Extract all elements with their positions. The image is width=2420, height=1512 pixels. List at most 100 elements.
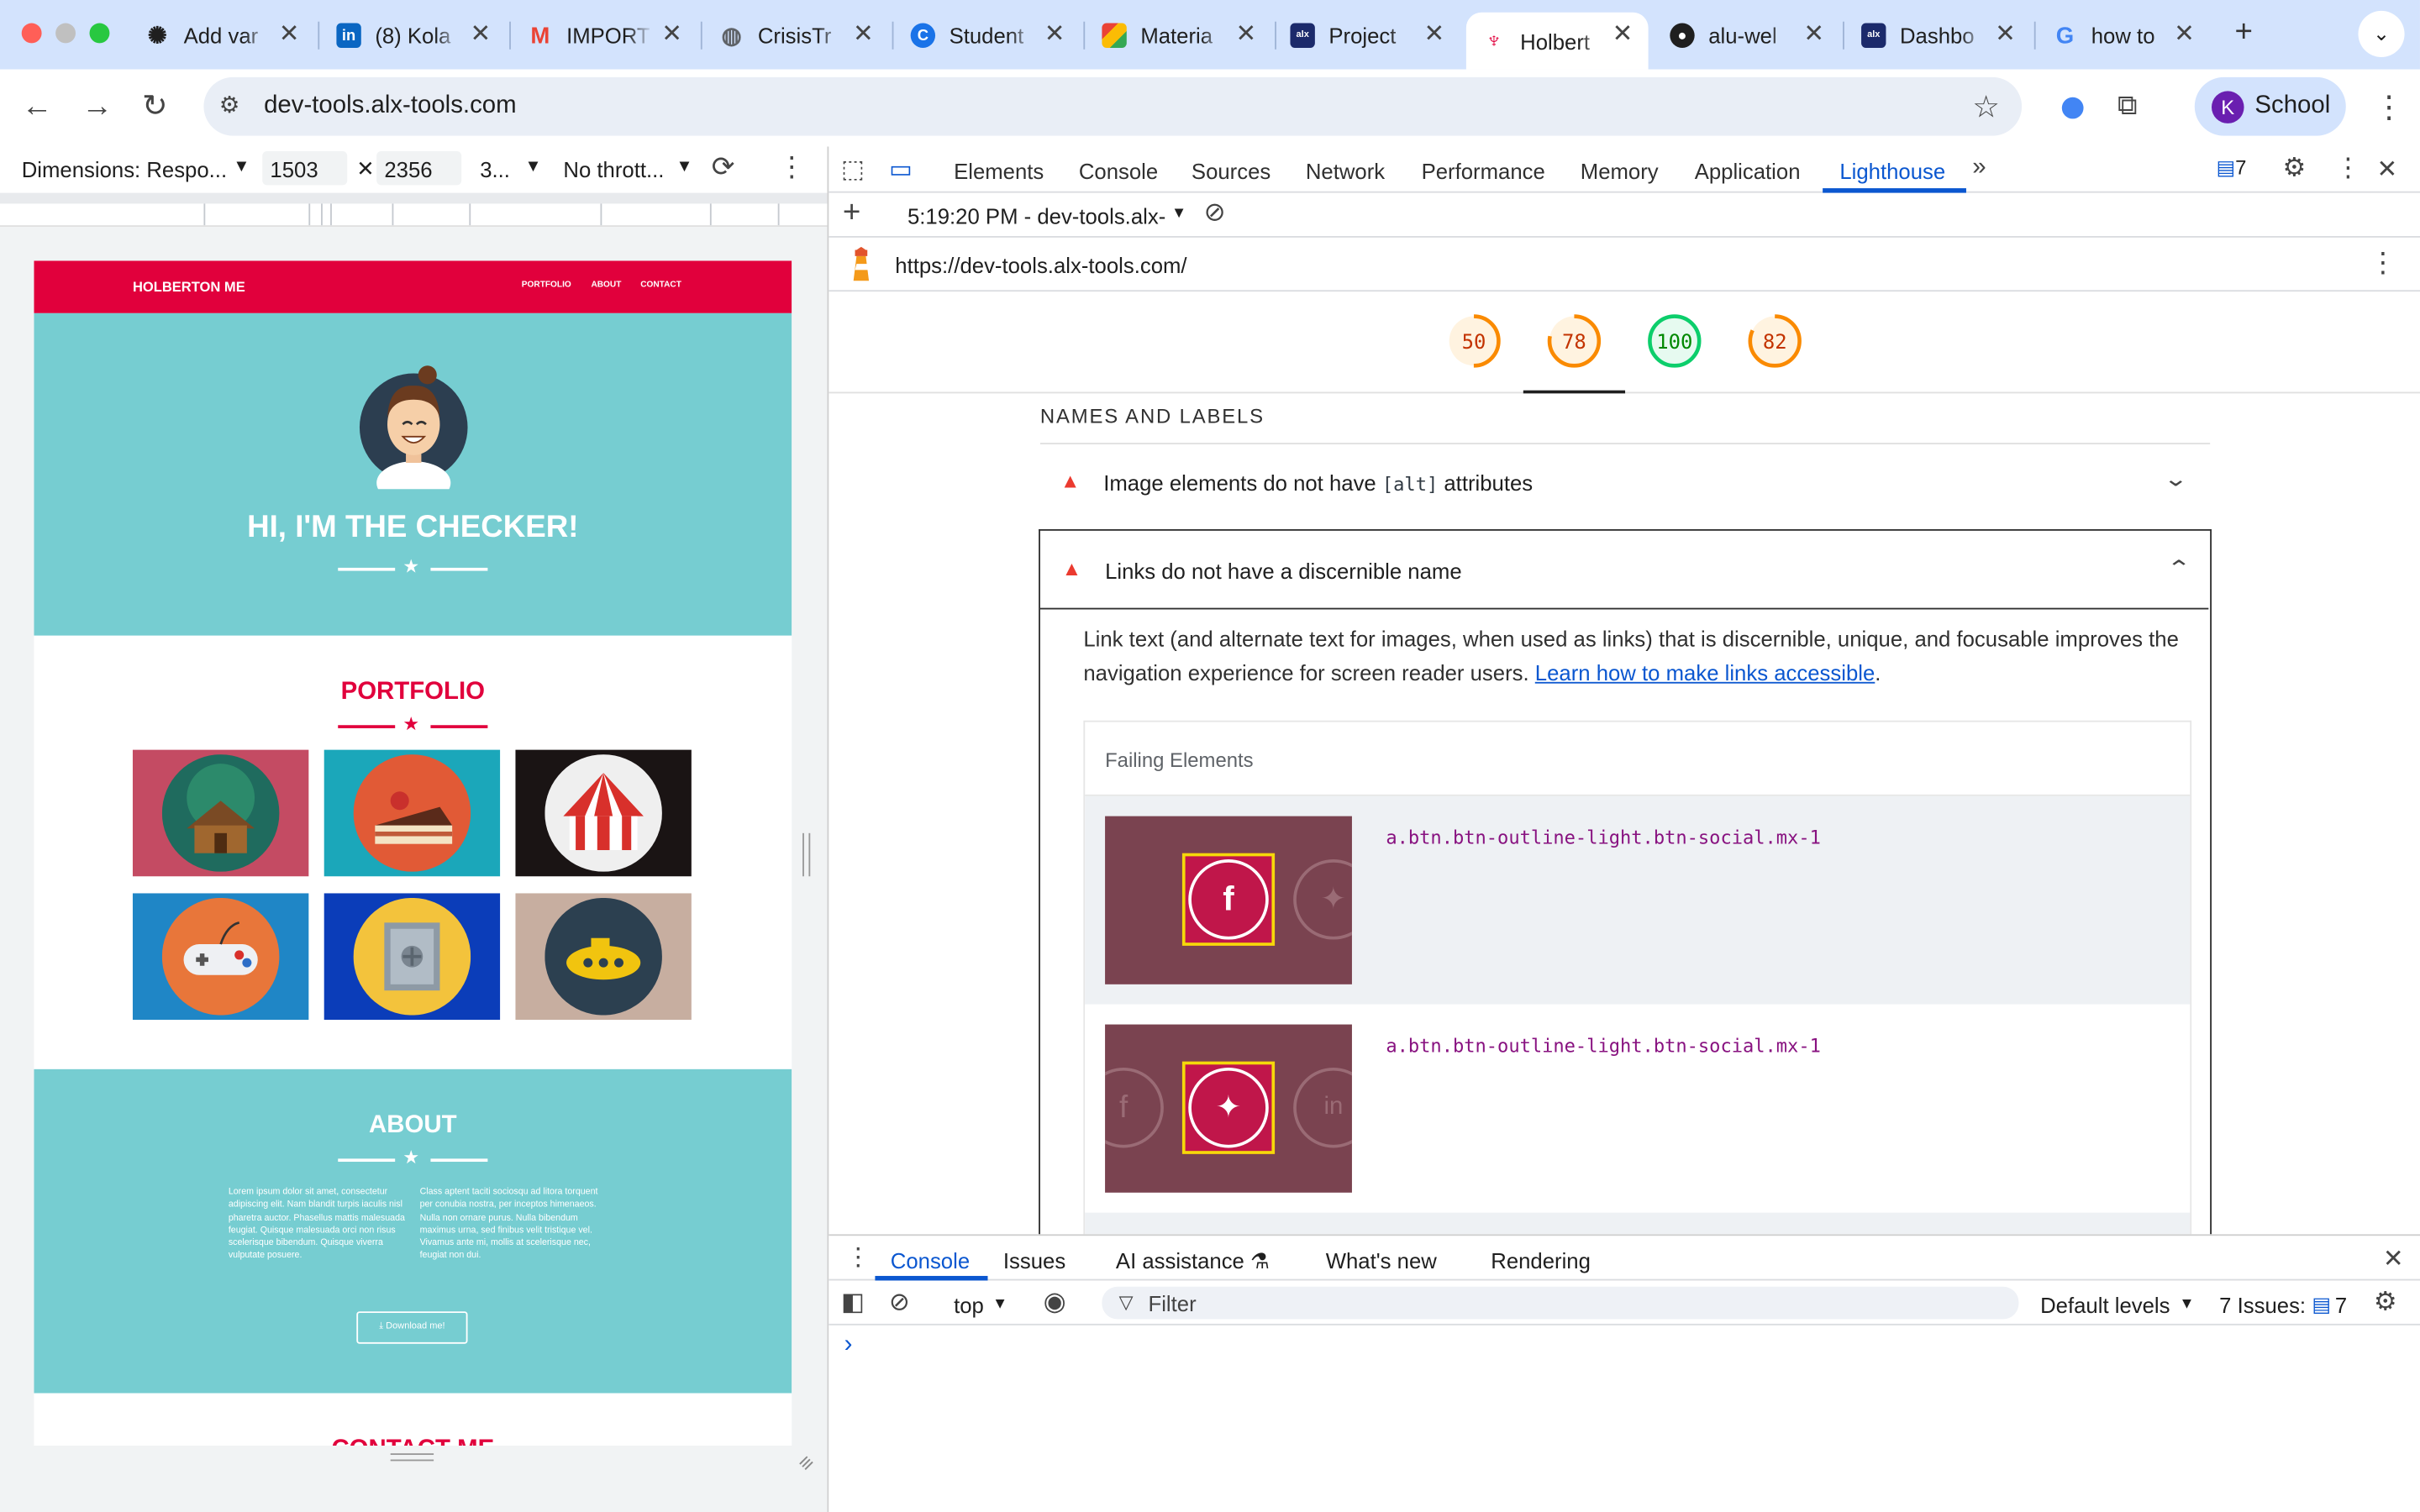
drawer-tab-rendering[interactable]: Rendering	[1491, 1248, 1591, 1273]
portfolio-item-cake[interactable]	[324, 749, 501, 877]
resize-corner-icon[interactable]: ≡	[792, 1449, 818, 1475]
log-levels-select[interactable]: Default levels	[2040, 1293, 2170, 1317]
filter-input[interactable]: ▽ Filter	[1102, 1286, 2019, 1320]
sidebar-toggle-icon[interactable]: ◧	[841, 1287, 865, 1318]
width-input[interactable]: 1503	[262, 150, 348, 186]
zoom-select[interactable]: 3...	[480, 157, 510, 181]
device-toolbar-toggle-icon[interactable]: ▭	[889, 155, 913, 186]
close-window-button[interactable]	[21, 23, 42, 44]
context-select[interactable]: top	[954, 1293, 984, 1317]
score-gauge-best-practices[interactable]: 100	[1647, 313, 1702, 369]
reload-icon[interactable]: ↻	[142, 91, 168, 122]
chevron-down-icon[interactable]: ⌄	[2163, 466, 2188, 492]
browser-tab[interactable]: Materia ✕	[1086, 13, 1271, 59]
browser-tab[interactable]: ◍ CrisisTr ✕	[704, 13, 889, 59]
resize-handle-bottom[interactable]	[34, 1445, 792, 1471]
download-button[interactable]: ⤓ Download me!	[356, 1311, 468, 1344]
site-settings-icon[interactable]: ⚙	[219, 91, 240, 118]
drawer-tab-ai-assistance[interactable]: AI assistance ⚗	[1116, 1248, 1270, 1274]
browser-tab[interactable]: in (8) Kola ✕	[321, 13, 506, 59]
close-tab-icon[interactable]: ✕	[661, 18, 682, 50]
tab-sources[interactable]: Sources	[1192, 159, 1270, 183]
clear-icon[interactable]: ⊘	[1204, 197, 1226, 228]
close-tab-icon[interactable]: ✕	[1044, 18, 1065, 50]
chevron-up-icon[interactable]: ⌃	[2166, 555, 2191, 581]
browser-tab[interactable]: alx Project ✕	[1275, 13, 1460, 59]
score-gauge-performance[interactable]: 50	[1446, 313, 1502, 369]
tab-memory[interactable]: Memory	[1581, 159, 1659, 183]
report-menu-icon[interactable]: ⋮	[2369, 247, 2396, 280]
console-prompt[interactable]: ›	[844, 1331, 853, 1359]
drawer-tab-issues[interactable]: Issues	[1003, 1248, 1065, 1273]
issues-count[interactable]: 7	[2335, 1293, 2347, 1317]
table-row[interactable]: f ✦ in a.btn.btn-outline-light.btn-socia…	[1085, 1004, 2191, 1213]
puzzle-extensions-icon[interactable]: ⧉	[2118, 90, 2138, 123]
drawer-tab-console[interactable]: Console	[891, 1248, 970, 1273]
nav-link-contact[interactable]: CONTACT	[640, 281, 681, 290]
browser-tab[interactable]: M IMPORT ✕	[513, 13, 697, 59]
tab-lighthouse[interactable]: Lighthouse	[1839, 159, 1945, 183]
close-tab-icon[interactable]: ✕	[1803, 18, 1824, 50]
browser-tab-active[interactable]: ♆ Holbert ✕	[1465, 12, 1649, 70]
tab-network[interactable]: Network	[1306, 159, 1385, 183]
bookmark-star-icon[interactable]: ☆	[1972, 88, 2000, 127]
close-tab-icon[interactable]: ✕	[1235, 18, 1256, 50]
portfolio-item-cabin[interactable]	[132, 749, 309, 877]
browser-tab[interactable]: C Student ✕	[895, 13, 1080, 59]
tab-search-icon[interactable]: ⌄	[2358, 10, 2405, 57]
table-row[interactable]	[1085, 1212, 2191, 1235]
portfolio-item-circus[interactable]	[515, 749, 692, 877]
maximize-window-button[interactable]	[89, 23, 110, 44]
drawer-menu-icon[interactable]: ⋮	[846, 1242, 871, 1273]
inspect-element-icon[interactable]: ⬚	[841, 155, 865, 186]
learn-more-link[interactable]: Learn how to make links accessible	[1535, 660, 1876, 685]
profile-button[interactable]: K School	[2194, 76, 2346, 136]
more-options-icon[interactable]: ⋮	[2335, 153, 2361, 184]
portfolio-item-submarine[interactable]	[515, 893, 692, 1021]
eye-icon[interactable]: ◉	[1044, 1287, 1066, 1318]
audit-header[interactable]: ▲ Links do not have a discernible name ⌃	[1039, 531, 2209, 610]
browser-tab[interactable]: alx Dashbo ✕	[1846, 13, 2031, 59]
table-row[interactable]: f ✦ a.btn.btn-outline-light.btn-social.m…	[1085, 795, 2191, 1005]
close-tab-icon[interactable]: ✕	[853, 18, 874, 50]
score-gauge-accessibility[interactable]: 78	[1546, 313, 1602, 369]
tab-console[interactable]: Console	[1079, 159, 1158, 183]
height-input[interactable]: 2356	[376, 150, 462, 186]
extension-icon[interactable]	[2061, 97, 2084, 119]
forward-icon[interactable]: →	[82, 91, 113, 122]
tab-performance[interactable]: Performance	[1422, 159, 1545, 183]
settings-gear-icon[interactable]: ⚙	[2282, 153, 2306, 184]
close-tab-icon[interactable]: ✕	[279, 18, 300, 50]
report-select[interactable]: 5:19:20 PM - dev-tools.alx-	[908, 203, 1165, 228]
rotate-icon[interactable]: ⟳	[712, 151, 735, 184]
console-settings-icon[interactable]: ⚙	[2374, 1287, 2397, 1318]
browser-tab[interactable]: ● alu-wel ✕	[1655, 13, 1839, 59]
more-tabs-icon[interactable]: »	[1972, 155, 1986, 182]
omnibox[interactable]: ⚙ dev-tools.alx-tools.com ☆	[203, 76, 2023, 136]
more-options-icon[interactable]: ⋮	[778, 151, 806, 184]
tab-application[interactable]: Application	[1695, 159, 1801, 183]
issues-label[interactable]: 7 Issues:	[2219, 1293, 2306, 1317]
back-icon[interactable]: ←	[22, 91, 53, 122]
close-tab-icon[interactable]: ✕	[2174, 18, 2195, 50]
portfolio-item-controller[interactable]	[132, 893, 309, 1021]
tab-elements[interactable]: Elements	[954, 159, 1044, 183]
close-tab-icon[interactable]: ✕	[1424, 18, 1445, 50]
issues-badge[interactable]: ▤7	[2217, 156, 2247, 181]
url-text[interactable]: dev-tools.alx-tools.com	[264, 92, 517, 120]
close-devtools-icon[interactable]: ✕	[2377, 155, 2398, 186]
portfolio-item-safe[interactable]	[324, 893, 501, 1021]
drawer-tab-whats-new[interactable]: What's new	[1326, 1248, 1437, 1273]
new-tab-icon[interactable]: +	[2235, 15, 2253, 50]
dimensions-select[interactable]: Dimensions: Respo...	[22, 157, 227, 181]
nav-link-about[interactable]: ABOUT	[591, 281, 621, 290]
resize-handle-right[interactable]	[802, 832, 811, 877]
chrome-menu-icon[interactable]: ⋮	[2374, 88, 2405, 127]
site-brand[interactable]: HOLBERTON ME	[133, 279, 245, 294]
close-tab-icon[interactable]: ✕	[1612, 18, 1634, 50]
nav-link-portfolio[interactable]: PORTFOLIO	[522, 281, 571, 290]
browser-tab[interactable]: ✺ Add var ✕	[129, 13, 314, 59]
score-gauge-seo[interactable]: 82	[1747, 313, 1802, 369]
minimize-window-button[interactable]	[55, 23, 76, 44]
audit-image-alt[interactable]: ▲ Image elements do not have [alt] attri…	[1040, 444, 2210, 522]
